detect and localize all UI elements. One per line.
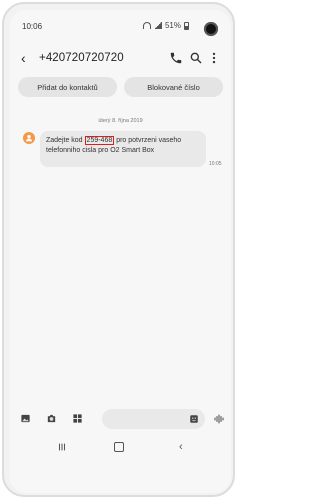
message-text-prefix: Zadejte kod bbox=[46, 137, 83, 144]
camera-icon[interactable] bbox=[46, 413, 57, 424]
navigation-bar: ‹ bbox=[10, 437, 231, 463]
voice-input-icon[interactable] bbox=[213, 413, 225, 425]
action-chips: Přidat do kontaktů Blokované číslo bbox=[18, 77, 223, 97]
status-icons: 51% bbox=[142, 21, 189, 30]
home-icon[interactable] bbox=[114, 442, 124, 452]
signal-icon bbox=[153, 22, 162, 29]
front-camera bbox=[204, 22, 218, 36]
add-contact-button[interactable]: Přidat do kontaktů bbox=[18, 77, 117, 97]
message-input[interactable] bbox=[102, 409, 205, 429]
message-time: 10:05 bbox=[209, 161, 222, 167]
contact-number: +420720720720 bbox=[39, 52, 124, 64]
status-time: 10:06 bbox=[22, 22, 43, 31]
wifi-icon bbox=[142, 22, 151, 29]
phone-icon[interactable] bbox=[169, 51, 183, 65]
block-number-button[interactable]: Blokované číslo bbox=[124, 77, 223, 97]
person-icon bbox=[26, 135, 32, 142]
battery-percent: 51% bbox=[164, 21, 181, 30]
sticker-icon[interactable] bbox=[189, 414, 199, 424]
more-options-icon[interactable] bbox=[207, 51, 221, 65]
message-bubble[interactable]: Zadejte kod 259-468 pro potvrzeni vaseho… bbox=[40, 131, 206, 167]
conversation-header: ‹ +420720720720 bbox=[10, 46, 231, 72]
phone-frame: 10:06 51% ‹ +420720720720 Přidat do kont… bbox=[2, 2, 235, 497]
apps-icon[interactable] bbox=[72, 413, 83, 424]
nav-back-icon[interactable]: ‹ bbox=[179, 442, 183, 453]
screen: 10:06 51% ‹ +420720720720 Přidat do kont… bbox=[10, 10, 231, 493]
battery-icon bbox=[184, 21, 189, 30]
image-icon[interactable] bbox=[20, 413, 31, 424]
recent-apps-icon[interactable] bbox=[57, 442, 67, 452]
date-separator: úterý 8. října 2019 bbox=[98, 118, 143, 124]
back-arrow-icon[interactable]: ‹ bbox=[21, 51, 26, 65]
avatar[interactable] bbox=[23, 132, 35, 144]
verification-code: 259-468 bbox=[84, 136, 115, 145]
search-icon[interactable] bbox=[189, 51, 203, 65]
message-composer bbox=[10, 408, 231, 430]
status-bar: 10:06 51% bbox=[10, 10, 231, 38]
